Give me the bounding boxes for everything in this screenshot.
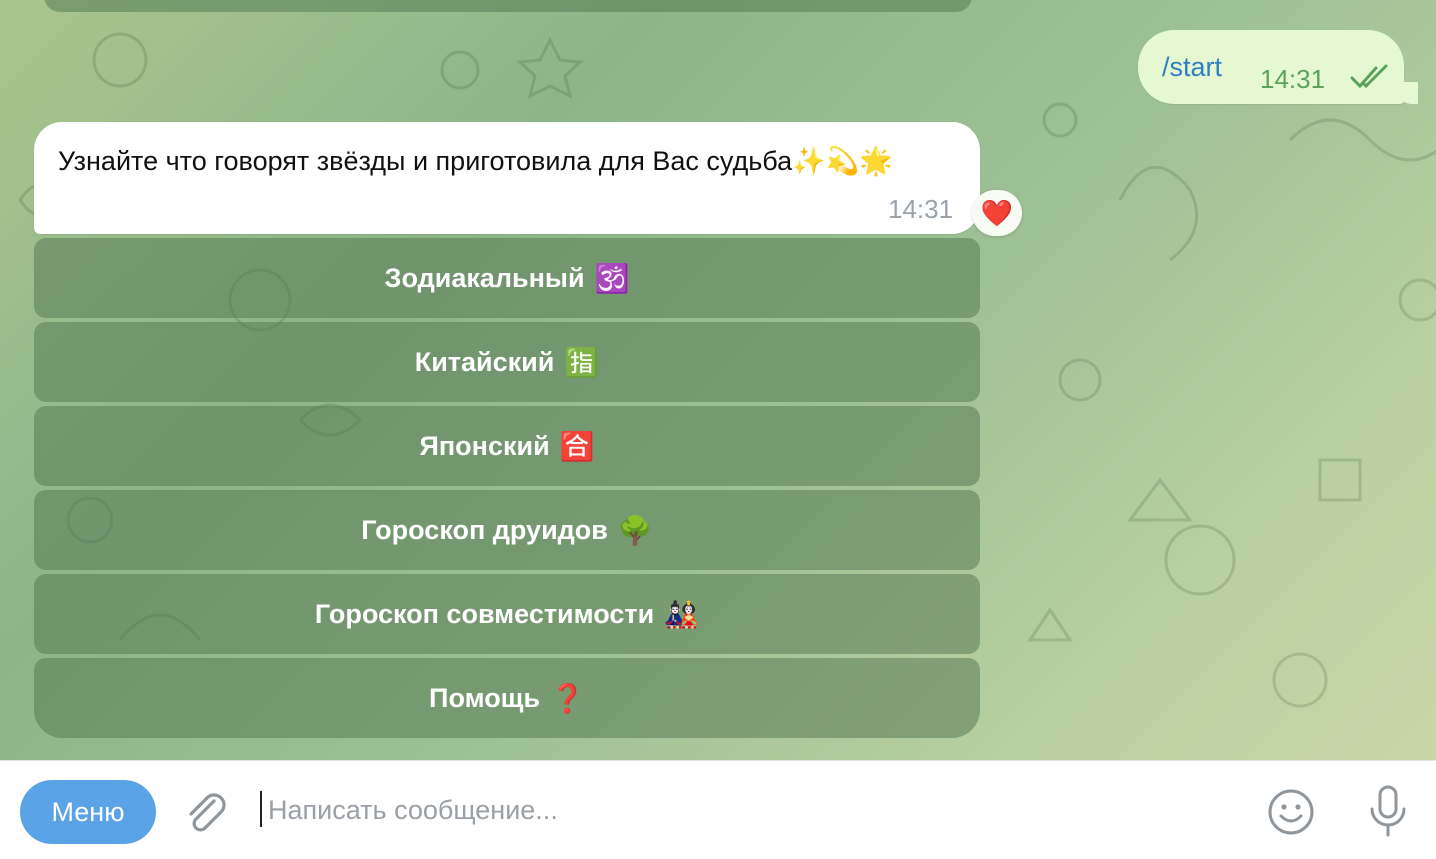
keyboard-button-japanese[interactable]: Японский 🈴 — [34, 406, 980, 486]
keyboard-button-label: Японский — [419, 430, 550, 461]
heart-reaction[interactable]: ❤️ — [972, 190, 1022, 236]
heart-icon: ❤️ — [980, 197, 1014, 228]
double-check-icon — [1350, 64, 1388, 88]
previous-keyboard-row — [44, 0, 972, 12]
keyboard-button-label: Гороскоп друидов — [361, 514, 608, 545]
incoming-message-time: 14:31 — [888, 194, 954, 224]
keyboard-button-label: Китайский — [414, 346, 555, 377]
microphone-icon[interactable] — [1366, 783, 1410, 839]
keyboard-button-zodiac[interactable]: Зодиакальный 🕉️ — [34, 238, 980, 318]
tree-icon: 🌳 — [617, 514, 653, 546]
question-mark-icon: ❓ — [550, 682, 585, 714]
finger-kanji-icon: 🈯 — [564, 346, 600, 378]
message-composer: Меню — [0, 760, 1436, 859]
text-caret — [260, 791, 262, 827]
outgoing-message-time: 14:31 — [1260, 64, 1326, 94]
om-icon: 🕉️ — [594, 262, 630, 294]
dolls-icon: 🎎 — [664, 598, 700, 630]
keyboard-button-compatibility[interactable]: Гороскоп совместимости 🎎 — [34, 574, 980, 654]
incoming-message-text: Узнайте что говорят звёзды и приготовила… — [58, 146, 894, 176]
menu-button[interactable]: Меню — [20, 780, 156, 844]
keyboard-button-chinese[interactable]: Китайский 🈯 — [34, 322, 980, 402]
passing-grade-kanji-icon: 🈴 — [559, 430, 595, 462]
keyboard-button-label: Зодиакальный — [384, 262, 585, 293]
keyboard-button-label: Гороскоп совместимости — [314, 598, 655, 629]
keyboard-button-druid[interactable]: Гороскоп друидов 🌳 — [34, 490, 980, 570]
outgoing-command-link[interactable]: /start — [1162, 52, 1222, 83]
paperclip-icon[interactable] — [180, 787, 230, 837]
chat-background: /start 14:31 Узнайте что говорят звёзды … — [0, 0, 1436, 760]
keyboard-button-label: Помощь — [429, 682, 541, 713]
keyboard-button-help[interactable]: Помощь ❓ — [34, 658, 980, 738]
emoji-icon[interactable] — [1266, 787, 1316, 837]
message-input[interactable] — [268, 789, 1228, 831]
